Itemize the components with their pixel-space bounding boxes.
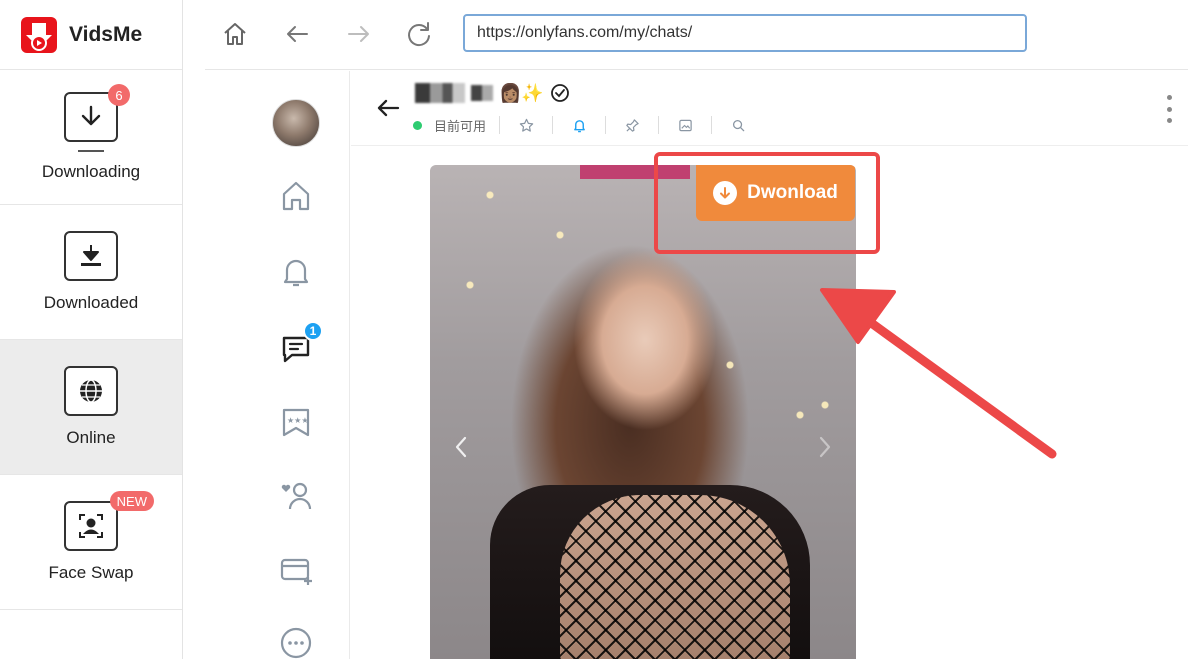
blurred-name	[415, 83, 465, 103]
dot	[1166, 106, 1172, 112]
divider	[658, 116, 660, 134]
brand: VidsMe	[0, 0, 182, 70]
progress-bar	[78, 150, 104, 152]
online-tile	[64, 366, 118, 416]
chat-contact-name: 👩🏽✨	[415, 81, 570, 105]
site-content: 1 ★★★ 👩🏽✨ 目前可用 Dwonload	[205, 71, 1188, 659]
vidsme-logo-icon	[21, 16, 57, 53]
user-heart-icon	[281, 482, 312, 510]
chat-header: 👩🏽✨ 目前可用	[351, 71, 1188, 146]
rail-collections-button[interactable]: ★★★	[277, 403, 315, 441]
home-icon	[282, 181, 310, 211]
chat-back-button[interactable]	[373, 93, 403, 123]
pin-button[interactable]	[619, 115, 645, 135]
downloading-tile: 6	[64, 84, 130, 142]
chat-media-photo[interactable]: Dwonload	[430, 165, 856, 659]
home-button[interactable]	[219, 18, 251, 50]
user-avatar[interactable]	[272, 99, 320, 147]
rail-more-button[interactable]	[277, 624, 315, 659]
dot	[1166, 95, 1172, 100]
divider	[552, 116, 554, 134]
back-button[interactable]	[281, 18, 313, 50]
chat-subheader: 目前可用	[413, 115, 751, 135]
bell-icon	[573, 119, 585, 132]
rail-home-button[interactable]	[277, 177, 315, 215]
notifications-toggle-button[interactable]	[566, 115, 592, 135]
forward-button[interactable]	[343, 18, 375, 50]
arrow-down-icon	[720, 187, 731, 199]
photo-detail	[560, 495, 790, 659]
search-icon	[732, 119, 744, 131]
search-button[interactable]	[725, 115, 751, 135]
favorite-button[interactable]	[513, 115, 539, 135]
download-circle-icon	[713, 181, 738, 205]
nav-item-downloading[interactable]: 6 Downloading	[0, 70, 182, 205]
rail-add-card-button[interactable]	[277, 551, 315, 589]
bell-icon	[283, 259, 309, 287]
app-name: VidsMe	[69, 22, 143, 46]
rail-subscriptions-button[interactable]	[277, 477, 315, 515]
dot	[1166, 118, 1172, 123]
next-media-button[interactable]	[812, 427, 838, 467]
image-icon	[678, 119, 692, 131]
credit-card-plus-icon	[280, 558, 312, 585]
home-icon	[224, 23, 246, 45]
nav-label-online: Online	[66, 428, 116, 447]
download-arrow-icon	[81, 105, 101, 126]
site-nav-rail: 1 ★★★	[205, 71, 350, 659]
divider	[605, 116, 607, 134]
globe-icon	[80, 379, 102, 403]
more-circle-icon	[280, 627, 312, 659]
chevron-right-icon	[819, 436, 831, 458]
arrow-left-icon	[287, 26, 308, 42]
downloading-count-badge: 6	[108, 84, 130, 106]
online-status-dot	[413, 120, 422, 130]
app-sidebar: VidsMe 6 Downloading Downloaded Online N…	[0, 0, 183, 659]
rail-messages-button[interactable]: 1	[277, 321, 323, 367]
download-button-label: Dwonload	[747, 182, 838, 203]
nav-item-downloaded[interactable]: Downloaded	[0, 205, 182, 340]
svg-text:★★★: ★★★	[287, 416, 309, 425]
nav-label-downloaded: Downloaded	[43, 293, 139, 312]
arrow-left-icon	[377, 99, 400, 117]
browser-toolbar	[205, 0, 1188, 70]
star-icon	[519, 118, 533, 132]
face-swap-icon	[79, 514, 103, 538]
chat-options-button[interactable]	[1162, 95, 1176, 123]
reload-icon	[408, 22, 430, 47]
bookmark-stars-icon: ★★★	[282, 408, 310, 437]
chevron-left-icon	[455, 436, 467, 458]
name-emojis: 👩🏽✨	[499, 82, 544, 104]
new-badge: NEW	[109, 491, 154, 511]
availability-status: 目前可用	[434, 119, 487, 135]
nav-item-face-swap[interactable]: NEW Face Swap	[0, 475, 182, 610]
reload-button[interactable]	[403, 18, 435, 50]
previous-media-button[interactable]	[448, 427, 474, 467]
url-input[interactable]	[463, 14, 1027, 52]
nav-item-online[interactable]: Online	[0, 340, 182, 475]
downloaded-tile	[64, 231, 118, 281]
nav-label-downloading: Downloading	[41, 162, 141, 181]
messages-count-badge: 1	[303, 321, 323, 341]
divider	[499, 116, 501, 134]
download-tray-icon	[81, 245, 101, 266]
blurred-name	[471, 85, 493, 101]
verified-badge-icon	[550, 84, 569, 102]
divider	[711, 116, 713, 134]
nav-label-face-swap: Face Swap	[48, 563, 134, 582]
gallery-button[interactable]	[672, 115, 698, 135]
pin-icon	[625, 118, 639, 132]
arrow-right-icon	[348, 26, 369, 42]
download-button[interactable]: Dwonload	[696, 165, 855, 221]
rail-notifications-button[interactable]	[277, 253, 315, 291]
face-swap-tile: NEW	[64, 491, 154, 551]
